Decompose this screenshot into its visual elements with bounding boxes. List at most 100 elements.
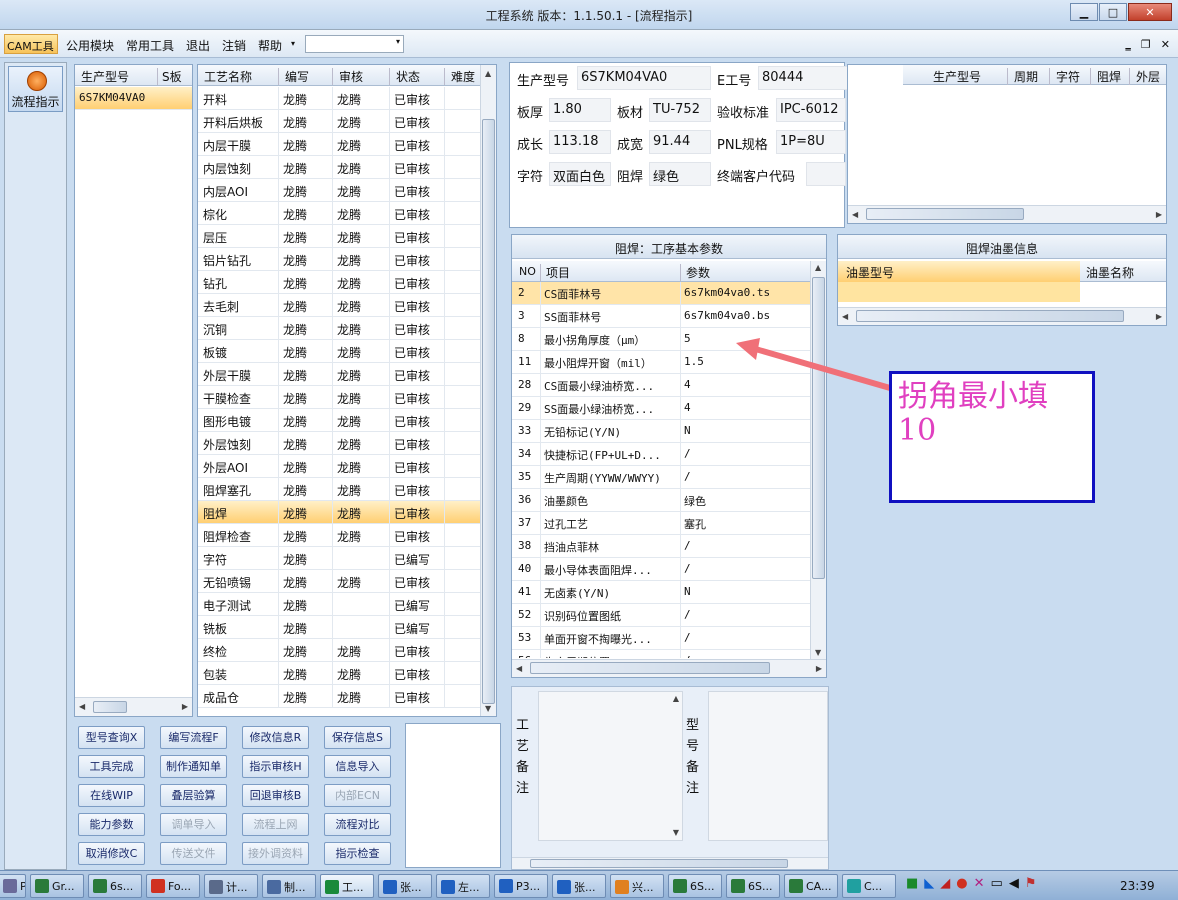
col-difficulty[interactable]: 难度 <box>444 68 475 85</box>
action-button[interactable]: 型号查询X <box>78 726 145 749</box>
scroll-left-icon[interactable]: ◀ <box>842 312 848 321</box>
action-button[interactable]: 流程对比 <box>324 813 391 836</box>
process-row[interactable]: 铣板 龙腾 已编写 <box>198 616 480 639</box>
process-row[interactable]: 钻孔 龙腾 龙腾 已审核 <box>198 271 480 294</box>
param-row[interactable]: 29 SS面最小绿油桥宽... 4 <box>512 397 810 420</box>
param-row[interactable]: 28 CS面最小绿油桥宽... 4 <box>512 374 810 397</box>
param-row[interactable]: 52 识别码位置图纸 / <box>512 604 810 627</box>
col-no[interactable]: NO <box>519 265 536 278</box>
param-row[interactable]: 37 过孔工艺 塞孔 <box>512 512 810 535</box>
scroll-right-icon[interactable]: ▶ <box>182 702 188 711</box>
menu-exit[interactable]: 退出 <box>186 37 210 54</box>
taskbar-button[interactable]: 计... <box>204 874 258 898</box>
param-row[interactable]: 56 生产周期位置(CS+SS) / <box>512 650 810 658</box>
action-button[interactable]: 内部ECN <box>324 784 391 807</box>
taskbar-button[interactable]: 6s... <box>88 874 142 898</box>
tray-flag-icon[interactable]: ⚑ <box>1025 876 1037 891</box>
process-row[interactable]: 终检 龙腾 龙腾 已审核 <box>198 639 480 662</box>
action-button[interactable]: 调单导入 <box>160 813 227 836</box>
process-row[interactable]: 包装 龙腾 龙腾 已审核 <box>198 662 480 685</box>
process-row[interactable]: 外层蚀刻 龙腾 龙腾 已审核 <box>198 432 480 455</box>
action-button[interactable]: 在线WIP <box>78 784 145 807</box>
menu-cam-tools[interactable]: CAM工具 <box>4 34 58 54</box>
mdi-restore-button[interactable]: ❐ <box>1141 38 1151 51</box>
param-row[interactable]: 41 无卤素(Y/N) N <box>512 581 810 604</box>
process-row[interactable]: 阻焊塞孔 龙腾 龙腾 已审核 <box>198 478 480 501</box>
taskbar-button[interactable]: 兴... <box>610 874 664 898</box>
param-row[interactable]: 3 SS面菲林号 6s7km04va0.bs <box>512 305 810 328</box>
process-vscroll[interactable]: ▲ ▼ <box>480 65 496 716</box>
action-button[interactable]: 信息导入 <box>324 755 391 778</box>
maximize-button[interactable]: □ <box>1099 3 1127 21</box>
action-button[interactable]: 编写流程F <box>160 726 227 749</box>
scroll-thumb[interactable] <box>482 119 495 704</box>
process-row[interactable]: 无铅喷锡 龙腾 龙腾 已审核 <box>198 570 480 593</box>
remarks-hscroll[interactable] <box>512 857 828 869</box>
action-button[interactable]: 制作通知单 <box>160 755 227 778</box>
tray-volume-icon[interactable]: ◀ <box>1009 876 1019 891</box>
tray-network-icon[interactable]: ◣ <box>924 876 934 891</box>
taskbar-button[interactable]: 左... <box>436 874 490 898</box>
action-button[interactable]: 流程上网 <box>242 813 309 836</box>
process-row[interactable]: 字符 龙腾 已编写 <box>198 547 480 570</box>
col-outer[interactable]: 外层 <box>1129 68 1160 85</box>
scroll-thumb[interactable] <box>93 701 127 713</box>
col-ink-name[interactable]: 油墨名称 <box>1080 261 1166 282</box>
taskbar-button[interactable]: 张... <box>378 874 432 898</box>
process-row[interactable]: 外层干膜 龙腾 龙腾 已审核 <box>198 363 480 386</box>
summary-hscroll[interactable]: ◀ ▶ <box>848 205 1166 223</box>
col-char[interactable]: 字符 <box>1049 68 1080 85</box>
param-row[interactable]: 35 生产周期(YYWW/WWYY) / <box>512 466 810 489</box>
tray-monitor-icon[interactable]: ▭ <box>991 876 1003 891</box>
menu-public-module[interactable]: 公用模块 <box>66 37 114 54</box>
scroll-left-icon[interactable]: ◀ <box>852 210 858 219</box>
process-row[interactable]: 成品仓 龙腾 龙腾 已审核 <box>198 685 480 708</box>
taskbar-button[interactable]: 制... <box>262 874 316 898</box>
process-row[interactable]: 阻焊 龙腾 龙腾 已审核 <box>198 501 480 524</box>
scroll-thumb[interactable] <box>530 662 770 674</box>
process-row[interactable]: 图形电镀 龙腾 龙腾 已审核 <box>198 409 480 432</box>
action-button[interactable]: 接外调资料 <box>242 842 309 865</box>
param-row[interactable]: 34 快捷标记(FP+UL+D... / <box>512 443 810 466</box>
scroll-left-icon[interactable]: ◀ <box>79 702 85 711</box>
param-row[interactable]: 36 油墨颜色 绿色 <box>512 489 810 512</box>
menu-common-tools[interactable]: 常用工具 <box>126 37 174 54</box>
taskbar-button[interactable]: 6S... <box>668 874 722 898</box>
model-row[interactable]: 6S7KM04VA0 <box>75 87 192 110</box>
help-dropdown-icon[interactable]: ▾ <box>291 39 295 48</box>
taskbar-button[interactable]: Gr... <box>30 874 84 898</box>
process-row[interactable]: 干膜检查 龙腾 龙腾 已审核 <box>198 386 480 409</box>
action-button[interactable]: 取消修改C <box>78 842 145 865</box>
scroll-left-icon[interactable]: ◀ <box>516 664 522 673</box>
action-button[interactable]: 回退审核B <box>242 784 309 807</box>
col-sboard[interactable]: S板 <box>157 68 182 85</box>
col-process-name[interactable]: 工艺名称 <box>204 68 252 85</box>
scroll-right-icon[interactable]: ▶ <box>1156 210 1162 219</box>
action-button[interactable]: 保存信息S <box>324 726 391 749</box>
process-row[interactable]: 开料后烘板 龙腾 龙腾 已审核 <box>198 110 480 133</box>
mdi-close-button[interactable]: ✕ <box>1161 38 1170 51</box>
process-row[interactable]: 外层AOI 龙腾 龙腾 已审核 <box>198 455 480 478</box>
scroll-thumb[interactable] <box>530 859 788 868</box>
taskbar-button[interactable]: C... <box>842 874 896 898</box>
taskbar-button[interactable]: P3... <box>494 874 548 898</box>
scroll-down-icon[interactable]: ▼ <box>815 648 821 657</box>
scroll-up-icon[interactable]: ▲ <box>485 69 491 78</box>
minimize-button[interactable]: ▁ <box>1070 3 1098 21</box>
process-row[interactable]: 电子测试 龙腾 已编写 <box>198 593 480 616</box>
tray-pdf-icon[interactable]: ◢ <box>940 876 950 891</box>
action-button[interactable]: 传送文件 <box>160 842 227 865</box>
taskbar-button[interactable]: Pr... <box>0 874 26 898</box>
scroll-down-icon[interactable]: ▼ <box>485 704 491 713</box>
taskbar-button[interactable]: Fo... <box>146 874 200 898</box>
action-button[interactable]: 修改信息R <box>242 726 309 749</box>
col-model[interactable]: 生产型号 <box>81 68 129 85</box>
process-row[interactable]: 内层AOI 龙腾 龙腾 已审核 <box>198 179 480 202</box>
model-remarks-field[interactable] <box>708 691 828 841</box>
scroll-thumb[interactable] <box>856 310 1124 322</box>
param-row[interactable]: 33 无铅标记(Y/N) N <box>512 420 810 443</box>
scroll-up-icon[interactable]: ▲ <box>815 263 821 272</box>
ink-hscroll[interactable]: ◀ ▶ <box>838 307 1166 325</box>
scroll-thumb[interactable] <box>866 208 1024 220</box>
param-row[interactable]: 40 最小导体表面阻焊... / <box>512 558 810 581</box>
